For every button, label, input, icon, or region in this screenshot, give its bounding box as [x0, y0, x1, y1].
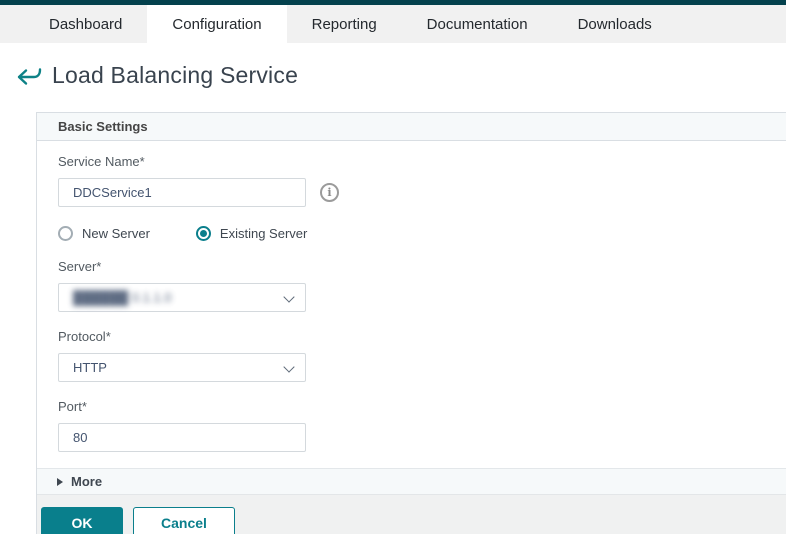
port-group: Port*: [58, 399, 786, 452]
port-label: Port*: [58, 399, 786, 414]
info-icon[interactable]: i: [320, 183, 339, 202]
tab-configuration[interactable]: Configuration: [147, 5, 286, 43]
radio-existing-server[interactable]: Existing Server: [196, 226, 307, 241]
tab-dashboard[interactable]: Dashboard: [24, 5, 147, 43]
server-label: Server*: [58, 259, 786, 274]
panel-footer: OK Cancel: [37, 494, 786, 534]
tab-downloads[interactable]: Downloads: [553, 5, 677, 43]
service-name-input[interactable]: [58, 178, 306, 207]
radio-circle-icon: [58, 226, 73, 241]
more-label: More: [71, 474, 102, 489]
protocol-select[interactable]: HTTP: [58, 353, 306, 382]
panel-header-label: Basic Settings: [58, 119, 148, 134]
app-window: Dashboard Configuration Reporting Docume…: [0, 0, 786, 534]
radio-new-server[interactable]: New Server: [58, 226, 150, 241]
main-tab-bar: Dashboard Configuration Reporting Docume…: [0, 5, 786, 43]
tab-reporting[interactable]: Reporting: [287, 5, 402, 43]
server-group: Server* ██████ 0.1.1.0: [58, 259, 786, 312]
service-name-label: Service Name*: [58, 154, 786, 169]
basic-settings-panel: Basic Settings Service Name* i New Serve…: [36, 112, 786, 534]
radio-new-server-label: New Server: [82, 226, 150, 241]
panel-body: Service Name* i New Server Existing Serv…: [37, 141, 786, 452]
radio-circle-icon: [196, 226, 211, 241]
protocol-select-value: HTTP: [73, 360, 107, 375]
panel-header: Basic Settings: [37, 113, 786, 141]
radio-existing-server-label: Existing Server: [220, 226, 307, 241]
protocol-group: Protocol* HTTP: [58, 329, 786, 382]
page-title: Load Balancing Service: [52, 62, 298, 89]
caret-right-icon: [57, 478, 63, 486]
server-select[interactable]: ██████ 0.1.1.0: [58, 283, 306, 312]
page-header: Load Balancing Service: [14, 62, 298, 89]
server-type-radio-group: New Server Existing Server: [58, 226, 786, 241]
port-input[interactable]: [58, 423, 306, 452]
protocol-label: Protocol*: [58, 329, 786, 344]
cancel-button[interactable]: Cancel: [133, 507, 235, 534]
server-select-value: ██████ 0.1.1.0: [73, 290, 172, 305]
ok-button[interactable]: OK: [41, 507, 123, 534]
chevron-down-icon: [283, 361, 294, 372]
more-expander[interactable]: More: [37, 468, 786, 494]
back-arrow-icon[interactable]: [14, 63, 44, 89]
tab-documentation[interactable]: Documentation: [402, 5, 553, 43]
chevron-down-icon: [283, 291, 294, 302]
service-name-group: Service Name* i: [58, 154, 786, 207]
